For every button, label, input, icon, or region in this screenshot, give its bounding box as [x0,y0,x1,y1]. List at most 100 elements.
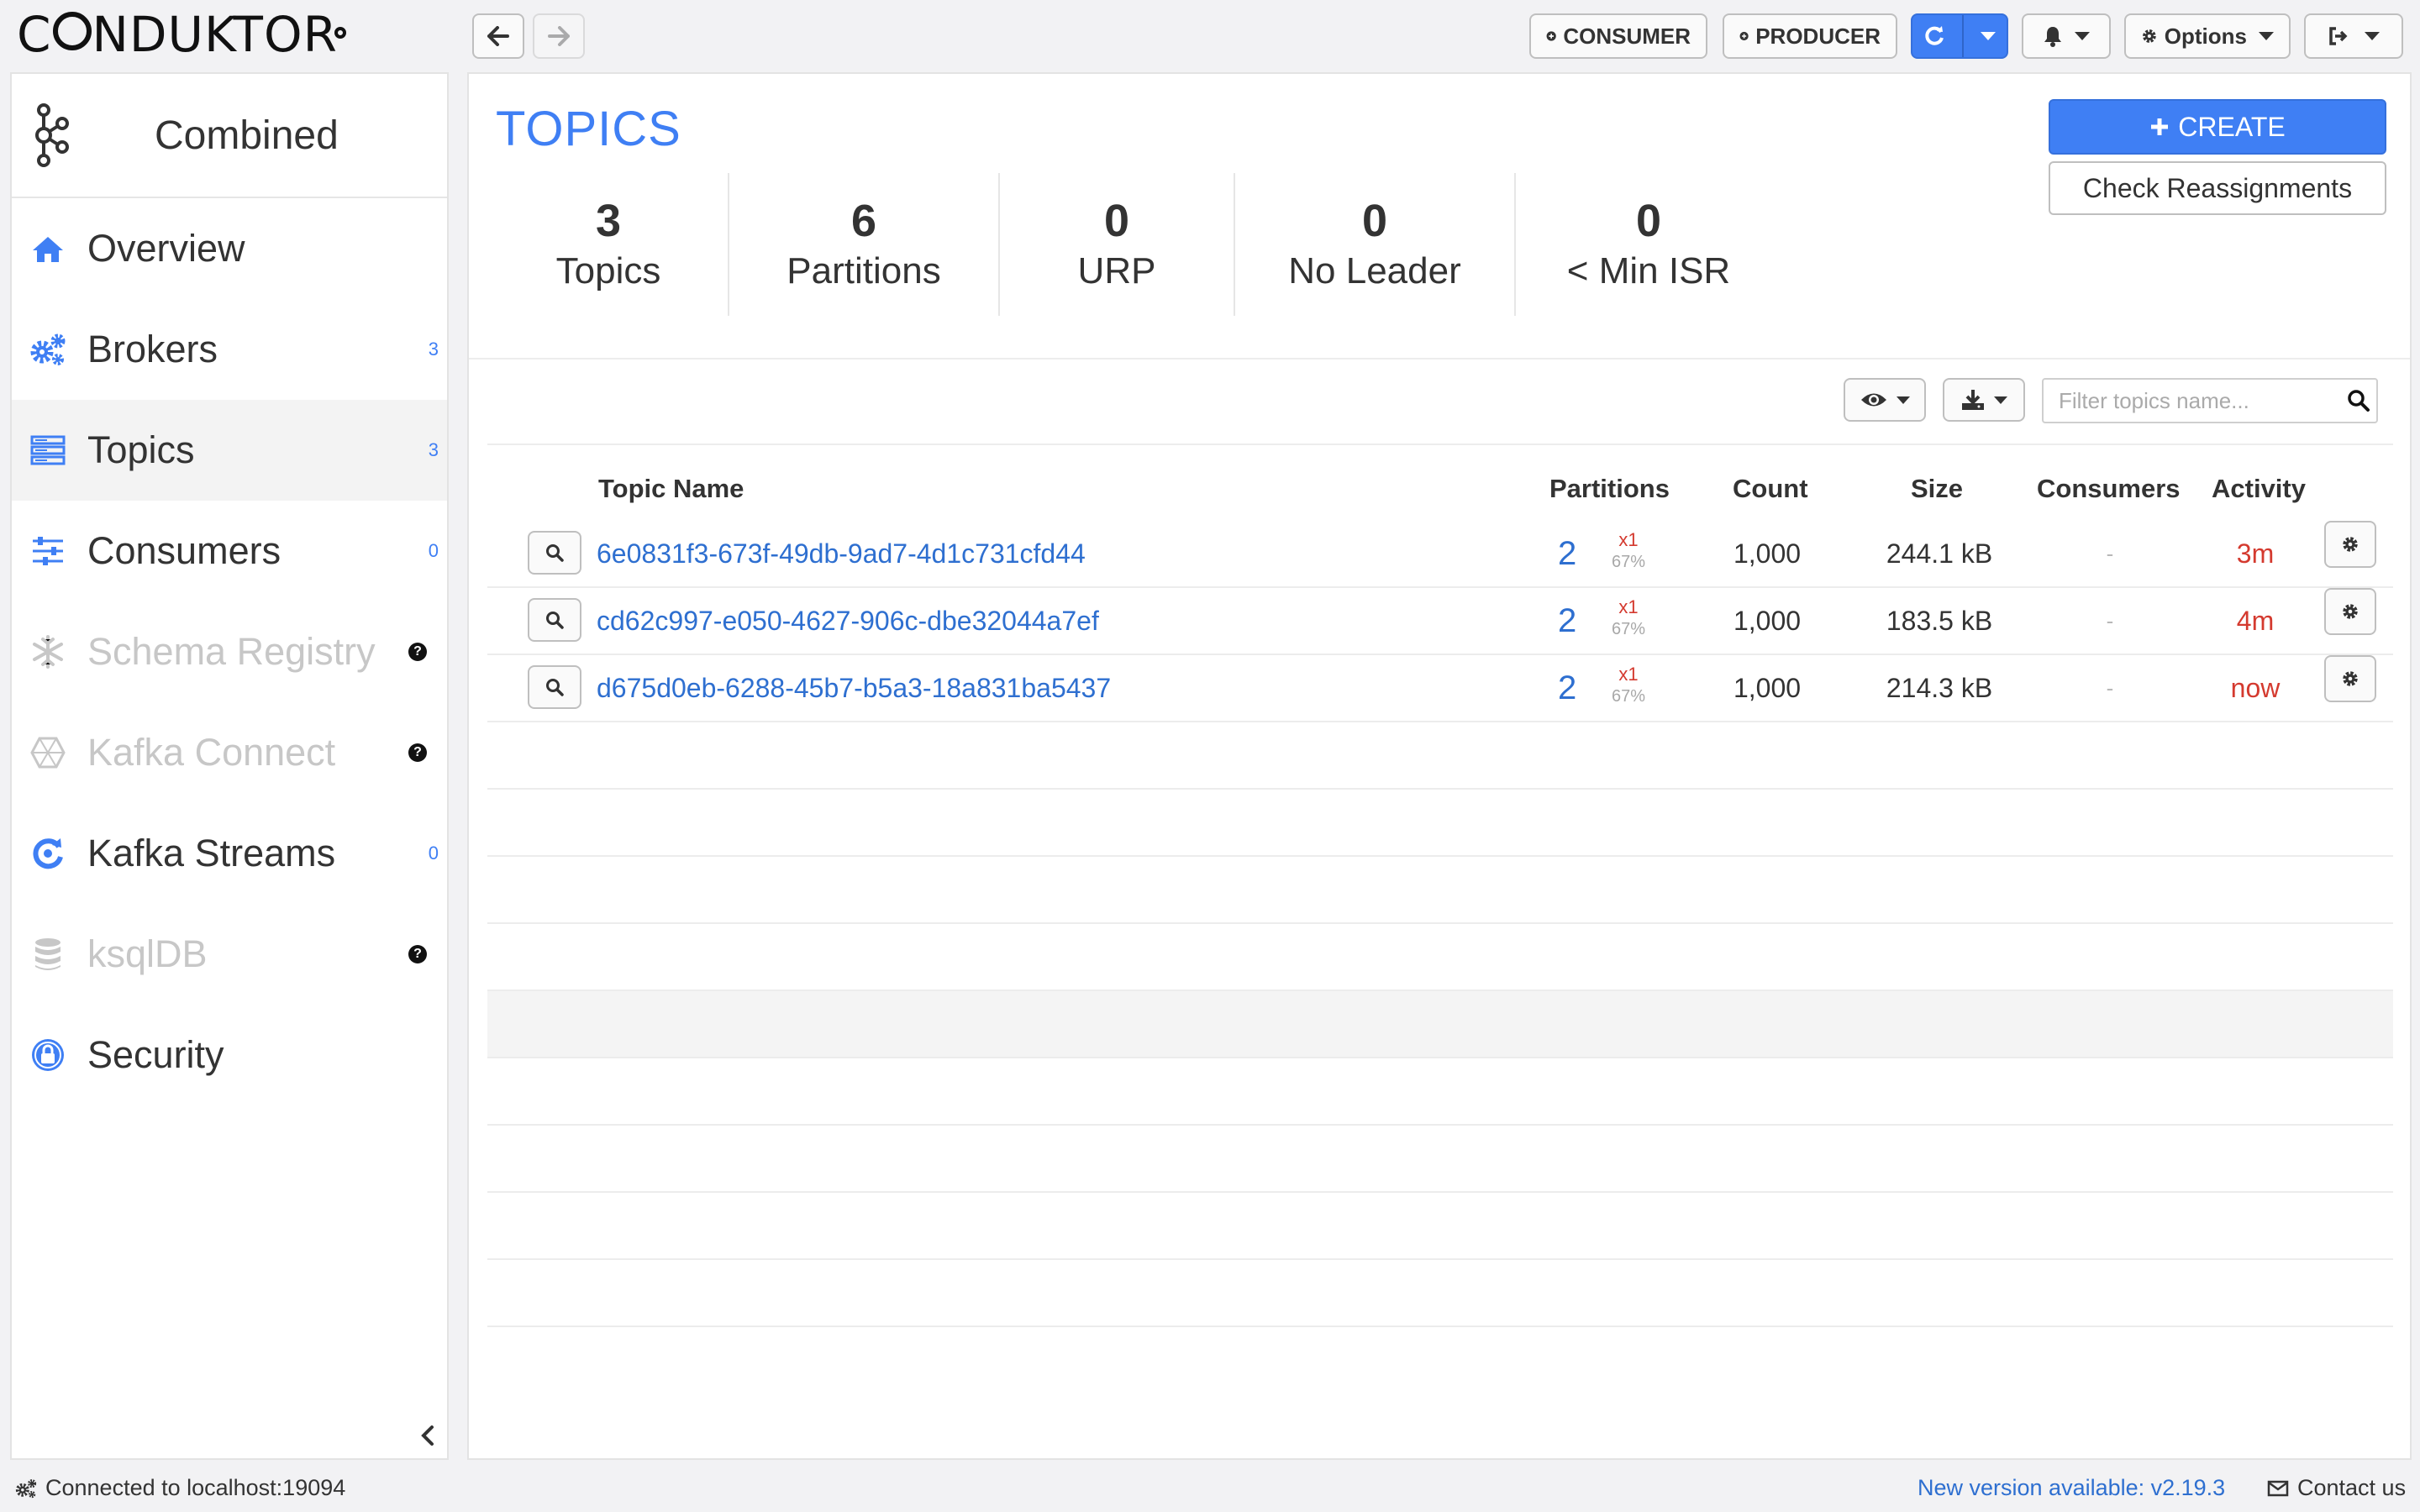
create-topic-button[interactable]: CREATE [2049,99,2386,155]
consumers-value: - [2106,540,2114,566]
refresh-split-button[interactable] [1911,13,2008,59]
page-title: TOPICS [496,102,681,156]
check-reassignments-button[interactable]: Check Reassignments [2049,161,2386,215]
cluster-header[interactable]: Combined [12,74,447,198]
collapse-sidebar-button[interactable] [420,1425,435,1446]
consumer-button[interactable]: CONSUMER [1529,13,1707,59]
sign-out-icon [2329,27,2348,45]
column-header-name[interactable]: Topic Name [598,474,744,504]
column-header-activity[interactable]: Activity [2212,474,2306,504]
sidebar-item-kafka-streams[interactable]: Kafka Streams 0 [12,803,447,904]
topics-table: Topic Name Partitions Count Size Consume… [487,462,2393,1327]
filter-topics-field[interactable] [2042,378,2378,423]
table-row[interactable]: cd62c997-e050-4627-906c-dbe32044a7ef 2 x… [487,588,2393,655]
stat-min-isr: 0 < Min ISR [1516,173,1781,316]
topic-name-link[interactable]: cd62c997-e050-4627-906c-dbe32044a7ef [597,588,1099,654]
sidebar-item-ksqldb[interactable]: ksqlDB ? [12,904,447,1005]
replication-info: x1 67% [1612,596,1645,640]
options-button[interactable]: Options [2124,13,2291,59]
new-version-link[interactable]: New version available: v2.19.3 [1918,1475,2225,1501]
stat-label: Partitions [786,250,941,291]
topic-settings-button[interactable] [2324,588,2376,635]
sidebar-item-kafka-connect[interactable]: Kafka Connect ? [12,702,447,803]
refresh-button[interactable] [1912,15,1955,57]
empty-row [487,1260,2393,1327]
stat-topics: 3 Topics [489,173,729,316]
logout-button[interactable] [2304,13,2403,59]
kafka-icon [35,103,69,167]
stat-urp: 0 URP [1000,173,1235,316]
forward-button[interactable] [533,13,585,59]
search-icon [546,544,564,562]
column-header-partitions[interactable]: Partitions [1549,474,1670,504]
partitions-link[interactable]: 2 [1558,521,1576,586]
column-visibility-button[interactable] [1844,378,1926,422]
partitions-link[interactable]: 2 [1558,655,1576,721]
gear-icon [2143,29,2156,43]
replication-info: x1 67% [1612,529,1645,573]
topic-name-link[interactable]: d675d0eb-6288-45b7-b5a3-18a831ba5437 [597,655,1111,721]
filter-topics-input[interactable] [2044,380,2340,422]
help-icon[interactable]: ? [408,643,427,661]
table-row[interactable]: d675d0eb-6288-45b7-b5a3-18a831ba5437 2 x… [487,655,2393,722]
refresh-icon [29,834,67,873]
arrow-right-icon [548,26,570,46]
sidebar-item-security[interactable]: Security [12,1005,447,1105]
topic-settings-button[interactable] [2324,655,2376,702]
message-count: 1,000 [1733,538,1802,569]
sidebar-item-schema-registry[interactable]: Schema Registry ? [12,601,447,702]
partitions-link[interactable]: 2 [1558,588,1576,654]
replication-factor: x1 [1618,529,1639,550]
help-icon[interactable]: ? [408,743,427,762]
caret-down-icon [1981,32,1996,40]
contact-text: Contact us [2297,1475,2407,1500]
search-icon [546,679,564,696]
sidebar-item-overview[interactable]: Overview [12,198,447,299]
gear-icon [2343,671,2358,686]
column-header-consumers[interactable]: Consumers [2037,474,2181,504]
empty-row [487,857,2393,924]
caret-down-icon [2075,32,2090,40]
topic-name-link[interactable]: 6e0831f3-673f-49db-9ad7-4d1c731cfd44 [597,521,1086,586]
divider [469,358,2410,360]
search-icon[interactable] [2340,389,2376,412]
refresh-icon [1925,26,1944,45]
empty-row [487,924,2393,991]
producer-button[interactable]: PRODUCER [1723,13,1897,59]
export-button[interactable] [1943,378,2025,422]
inspect-topic-button[interactable] [528,665,581,709]
table-row[interactable]: 6e0831f3-673f-49db-9ad7-4d1c731cfd44 2 x… [487,521,2393,588]
sidebar-item-brokers[interactable]: Brokers 3 [12,299,447,400]
top-bar: C NDUKTOR CONSUMER PRODUCER Options [0,0,2420,71]
sidebar-item-topics[interactable]: Topics 3 [12,400,447,501]
caret-down-icon [1994,396,2007,404]
sidebar-item-consumers[interactable]: Consumers 0 [12,501,447,601]
back-button[interactable] [472,13,524,59]
sidebar-item-label: Kafka Connect [87,731,336,774]
inspect-topic-button[interactable] [528,598,581,642]
table-header: Topic Name Partitions Count Size Consume… [487,462,2393,521]
eye-icon [1861,393,1886,407]
replication-factor: x1 [1618,596,1639,617]
empty-row [487,1193,2393,1260]
refresh-dropdown-button[interactable] [1970,15,2007,57]
stat-label: < Min ISR [1566,250,1731,291]
help-icon[interactable]: ? [408,945,427,963]
logo-dot [334,27,346,39]
replication-percent: 67% [1612,687,1646,706]
consumers-count: 0 [428,540,439,561]
topic-size: 244.1 kB [1886,538,1993,569]
topic-settings-button[interactable] [2324,521,2376,568]
replication-factor: x1 [1618,664,1639,685]
empty-row [487,1126,2393,1193]
contact-us-link[interactable]: Contact us [2267,1475,2406,1501]
column-header-count[interactable]: Count [1733,474,1808,504]
chevron-left-icon [421,1425,434,1446]
inspect-topic-button[interactable] [528,531,581,575]
notifications-button[interactable] [2022,13,2111,59]
sidebar: Combined Overview Brokers 3 Topics 3 Con… [10,72,449,1460]
empty-row [487,790,2393,857]
column-header-size[interactable]: Size [1911,474,1963,504]
cluster-name: Combined [155,113,339,158]
sidebar-item-label: Security [87,1033,224,1076]
